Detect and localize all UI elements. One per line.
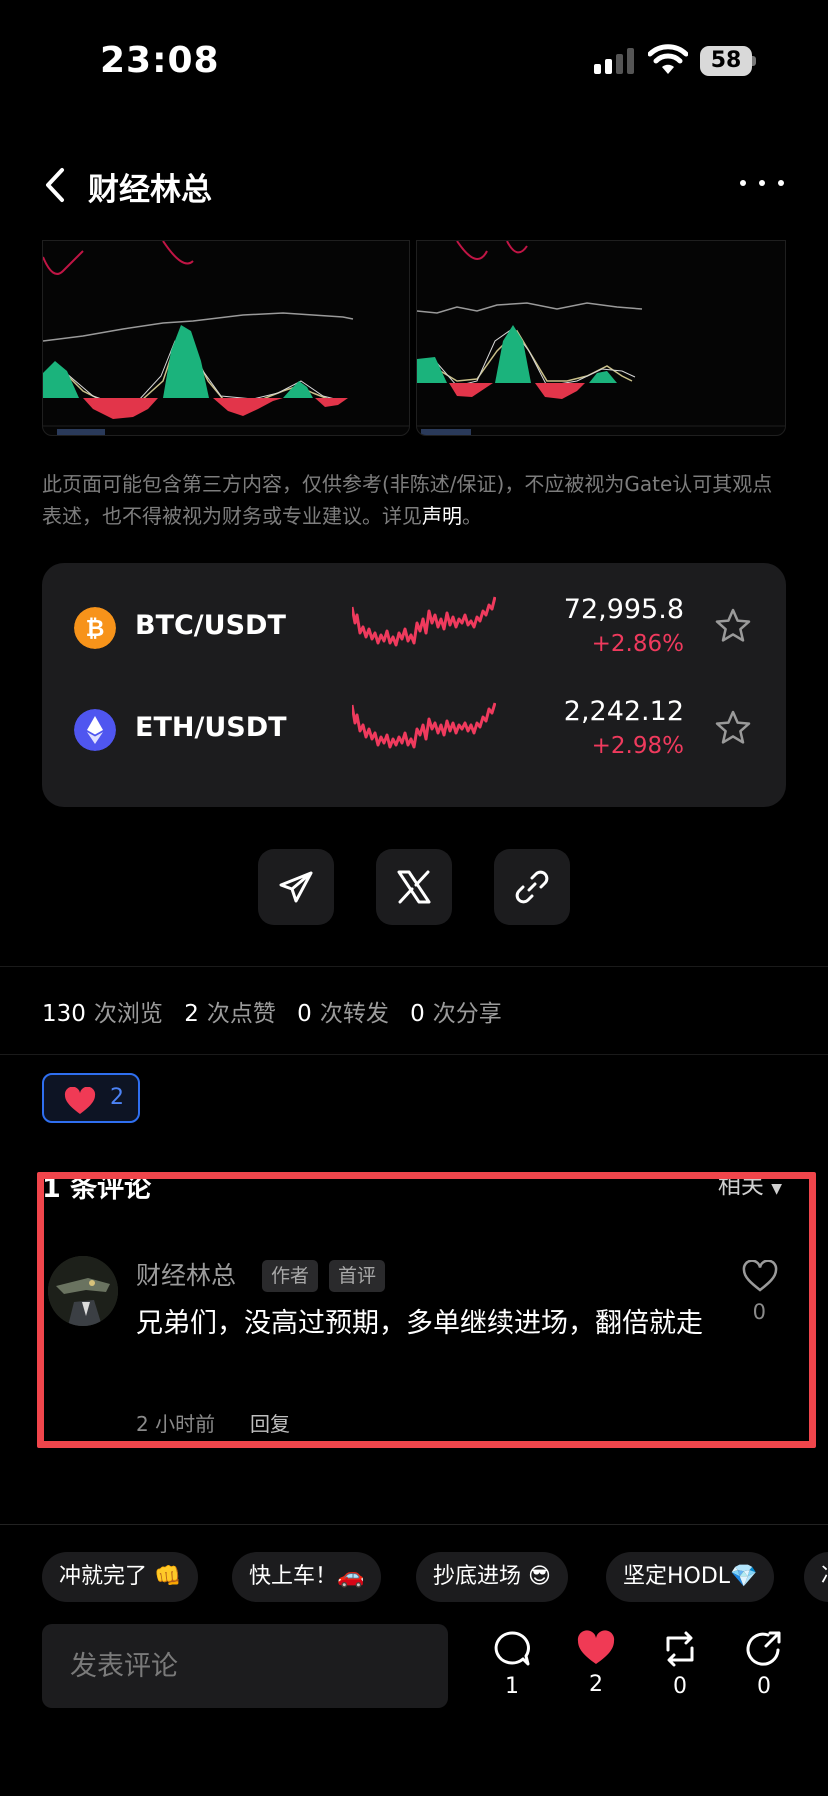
- market-row-eth[interactable]: ETH/USDT 2,242.12 +2.98%: [42, 679, 786, 779]
- price: 72,995.8: [563, 594, 684, 625]
- price: 2,242.12: [563, 696, 684, 727]
- x-logo-icon: [397, 870, 431, 904]
- back-icon[interactable]: [36, 162, 76, 208]
- link-icon: [515, 870, 549, 904]
- likes-count: 2: [184, 1001, 199, 1027]
- highlight-box: [37, 1172, 816, 1448]
- telegram-icon: [279, 871, 313, 903]
- disclaimer-end: 。: [462, 504, 482, 528]
- disclaimer-text: 此页面可能包含第三方内容，仅供参考(非陈述/保证)，不应被视为Gate认可其观点…: [42, 472, 773, 528]
- quick-reply-row: 冲就完了 👊 快上车！🚗 抄底进场 😎 坚定HODL💎 冲: [42, 1552, 828, 1602]
- share-telegram-button[interactable]: [258, 849, 334, 925]
- eth-sparkline: [352, 702, 496, 749]
- comment-action-count: 1: [505, 1674, 519, 1699]
- share-row: [0, 849, 828, 925]
- wifi-icon: [648, 44, 688, 74]
- more-options-icon[interactable]: [740, 180, 784, 192]
- quick-reply-chip[interactable]: 抄底进场 😎: [416, 1552, 568, 1602]
- shares-label: 次分享: [432, 1001, 502, 1027]
- repost-action-count: 0: [673, 1674, 687, 1699]
- shares-count: 0: [410, 1001, 425, 1027]
- views-label: 次浏览: [93, 1001, 163, 1027]
- heart-icon: [64, 1087, 96, 1114]
- reaction-chip[interactable]: 2: [42, 1073, 140, 1123]
- disclaimer: 此页面可能包含第三方内容，仅供参考(非陈述/保证)，不应被视为Gate认可其观点…: [42, 468, 790, 532]
- cellular-signal-icon: [594, 48, 636, 74]
- reposts-count: 0: [297, 1001, 312, 1027]
- battery-level: 58: [700, 46, 752, 76]
- svg-text:₿: ₿: [86, 616, 105, 642]
- nav-bar: 财经林总: [0, 150, 828, 220]
- quick-reply-chip[interactable]: 冲: [804, 1552, 828, 1602]
- likes-label: 次点赞: [206, 1001, 276, 1027]
- pair-name: ETH/USDT: [135, 712, 287, 743]
- quick-reply-chip[interactable]: 冲就完了 👊: [42, 1552, 199, 1602]
- quick-reply-chip[interactable]: 坚定HODL💎: [606, 1552, 775, 1602]
- repost-icon: [666, 1631, 694, 1667]
- status-time: 23:08: [100, 40, 220, 81]
- ethereum-icon: [74, 709, 116, 751]
- chart-image-left[interactable]: [42, 240, 410, 436]
- comment-action-button[interactable]: 1: [482, 1630, 542, 1710]
- market-card: ₿ BTC/USDT 72,995.8 +2.86% ETH/USDT 2,24…: [42, 563, 786, 807]
- market-row-btc[interactable]: ₿ BTC/USDT 72,995.8 +2.86%: [42, 577, 786, 677]
- status-bar: 23:08 58: [0, 0, 828, 120]
- btc-sparkline: [352, 596, 496, 647]
- heart-filled-icon: [577, 1630, 615, 1664]
- share-x-button[interactable]: [376, 849, 452, 925]
- share-action-count: 0: [757, 1674, 771, 1699]
- divider: [0, 1054, 828, 1055]
- divider: [0, 1524, 828, 1525]
- quick-reply-chip[interactable]: 快上车！🚗: [232, 1552, 382, 1602]
- page-title: 财经林总: [88, 172, 212, 208]
- like-action-button[interactable]: 2: [566, 1630, 626, 1710]
- post-stats: 130 次浏览 2 次点赞 0 次转发 0 次分享: [42, 994, 502, 1028]
- disclaimer-link[interactable]: 声明: [422, 504, 462, 528]
- repost-action-button[interactable]: 0: [650, 1630, 710, 1710]
- post-images: [42, 240, 786, 436]
- price-change: +2.86%: [591, 631, 684, 657]
- comment-bubble-icon: [494, 1631, 530, 1666]
- comment-input[interactable]: [42, 1624, 448, 1708]
- share-action-button[interactable]: 0: [734, 1630, 794, 1710]
- divider: [0, 966, 828, 967]
- like-action-count: 2: [589, 1672, 603, 1697]
- favorite-star-icon[interactable]: [714, 709, 752, 747]
- reposts-label: 次转发: [319, 1001, 389, 1027]
- battery-icon: 58: [700, 46, 756, 76]
- pair-name: BTC/USDT: [135, 610, 286, 641]
- price-change: +2.98%: [591, 733, 684, 759]
- favorite-star-icon[interactable]: [714, 607, 752, 645]
- chart-image-right[interactable]: [416, 240, 786, 436]
- views-count: 130: [42, 1001, 86, 1027]
- copy-link-button[interactable]: [494, 849, 570, 925]
- bitcoin-icon: ₿: [74, 607, 116, 649]
- share-arrow-icon: [746, 1631, 781, 1666]
- reaction-count: 2: [110, 1085, 124, 1110]
